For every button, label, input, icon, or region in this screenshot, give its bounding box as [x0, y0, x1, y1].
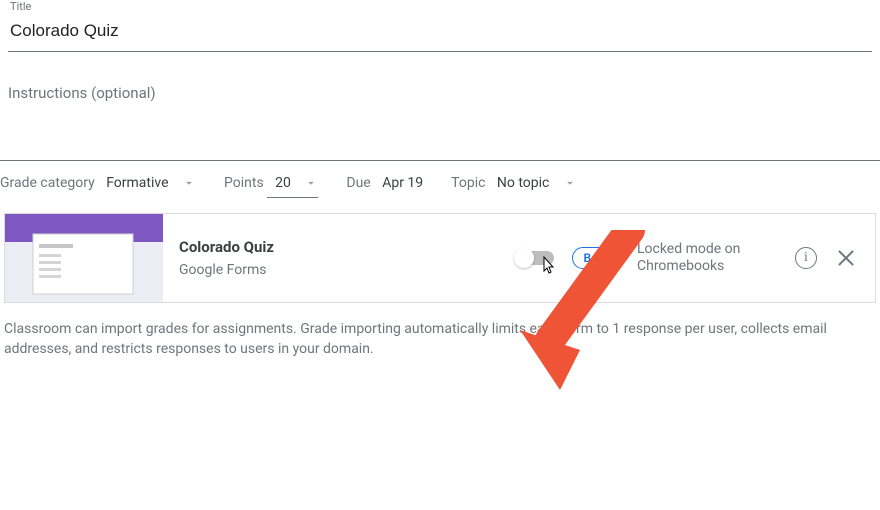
import-grades-help: Classroom can import grades for assignme… [0, 319, 880, 360]
attachment-source: Google Forms [179, 262, 516, 278]
topic-value: No topic [497, 175, 549, 191]
grade-category-label: Grade category [0, 175, 95, 191]
points-value: 20 [275, 175, 291, 191]
attachment-title: Colorado Quiz [179, 238, 516, 256]
locked-mode-toggle[interactable] [516, 251, 554, 265]
due-label: Due [346, 175, 370, 191]
chevron-down-icon [563, 176, 577, 190]
title-label: Title [10, 0, 872, 13]
chevron-down-icon [182, 176, 196, 190]
close-icon[interactable] [835, 247, 857, 269]
grade-category-select[interactable]: Grade category Formative [0, 175, 196, 191]
cursor-pointer-icon [538, 255, 558, 283]
grade-category-value: Formative [106, 175, 168, 191]
topic-select[interactable]: Topic No topic [451, 175, 577, 191]
attachment-card: Colorado Quiz Google Forms Beta Locked m… [4, 213, 876, 303]
points-select[interactable]: Points 20 [224, 175, 318, 191]
toggle-knob [514, 248, 534, 268]
due-date-select[interactable]: Due Apr 19 [346, 175, 423, 191]
chevron-down-icon [304, 176, 318, 190]
beta-badge: Beta [572, 247, 619, 269]
locked-mode-label: Locked mode on Chromebooks [637, 241, 777, 276]
topic-label: Topic [451, 175, 485, 191]
title-input[interactable] [8, 15, 872, 51]
form-thumbnail[interactable] [5, 214, 163, 302]
points-label: Points [224, 175, 264, 191]
due-value: Apr 19 [382, 175, 423, 191]
instructions-input[interactable]: Instructions (optional) [0, 52, 880, 160]
info-icon[interactable] [795, 247, 817, 269]
